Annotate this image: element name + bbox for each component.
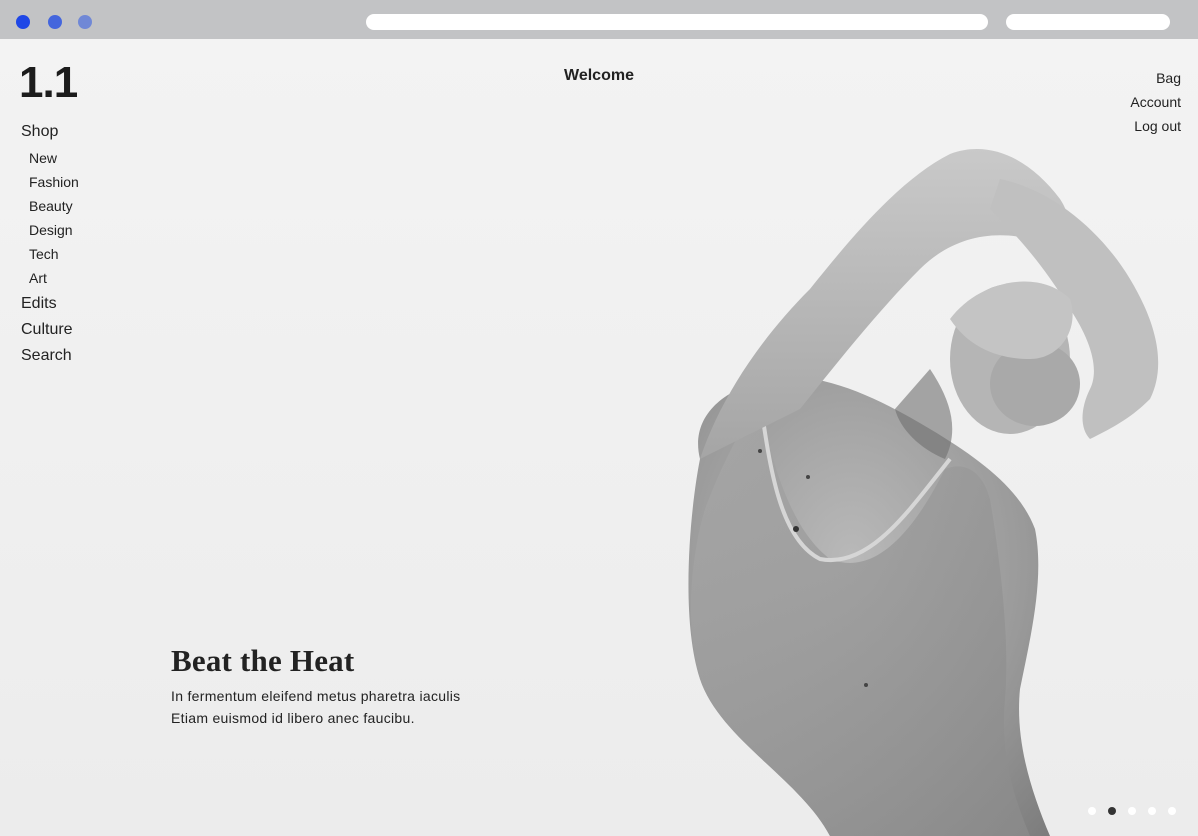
nav-shop[interactable]: Shop	[21, 119, 79, 145]
main-navigation: Shop New Fashion Beauty Design Tech Art …	[21, 119, 79, 369]
close-window-button[interactable]	[16, 15, 30, 29]
welcome-title: Welcome	[564, 67, 634, 84]
shop-submenu: New Fashion Beauty Design Tech Art	[29, 146, 79, 290]
nav-shop-beauty[interactable]: Beauty	[29, 194, 79, 218]
hero-caption: Beat the Heat In fermentum eleifend metu…	[171, 643, 460, 729]
hero-title: Beat the Heat	[171, 643, 355, 678]
carousel-dot-5[interactable]	[1168, 807, 1176, 815]
logout-link[interactable]: Log out	[1130, 114, 1181, 138]
hero-description-line-1: In fermentum eleifend metus pharetra iac…	[171, 688, 461, 704]
browser-search-bar[interactable]	[1006, 14, 1170, 30]
address-bar[interactable]	[366, 14, 988, 30]
hero-description: In fermentum eleifend metus pharetra iac…	[171, 685, 460, 729]
carousel-dot-3[interactable]	[1128, 807, 1136, 815]
nav-shop-design[interactable]: Design	[29, 218, 79, 242]
account-link[interactable]: Account	[1130, 90, 1181, 114]
carousel-pagination	[1088, 807, 1176, 815]
nav-edits[interactable]: Edits	[21, 291, 79, 317]
carousel-dot-1[interactable]	[1088, 807, 1096, 815]
nav-shop-tech[interactable]: Tech	[29, 242, 79, 266]
carousel-dot-4[interactable]	[1148, 807, 1156, 815]
nav-shop-fashion[interactable]: Fashion	[29, 170, 79, 194]
bag-link[interactable]: Bag	[1130, 66, 1181, 90]
nav-culture[interactable]: Culture	[21, 317, 79, 343]
carousel-dot-2[interactable]	[1108, 807, 1116, 815]
maximize-window-button[interactable]	[78, 15, 92, 29]
page: 1.1 Welcome Shop New Fashion Beauty Desi…	[0, 39, 1198, 836]
account-links: Bag Account Log out	[1130, 66, 1181, 138]
minimize-window-button[interactable]	[48, 15, 62, 29]
browser-chrome	[0, 0, 1198, 39]
nav-shop-new[interactable]: New	[29, 146, 79, 170]
nav-shop-art[interactable]: Art	[29, 266, 79, 290]
hero-description-line-2: Etiam euismod id libero anec faucibu.	[171, 710, 415, 726]
nav-search[interactable]: Search	[21, 343, 79, 369]
